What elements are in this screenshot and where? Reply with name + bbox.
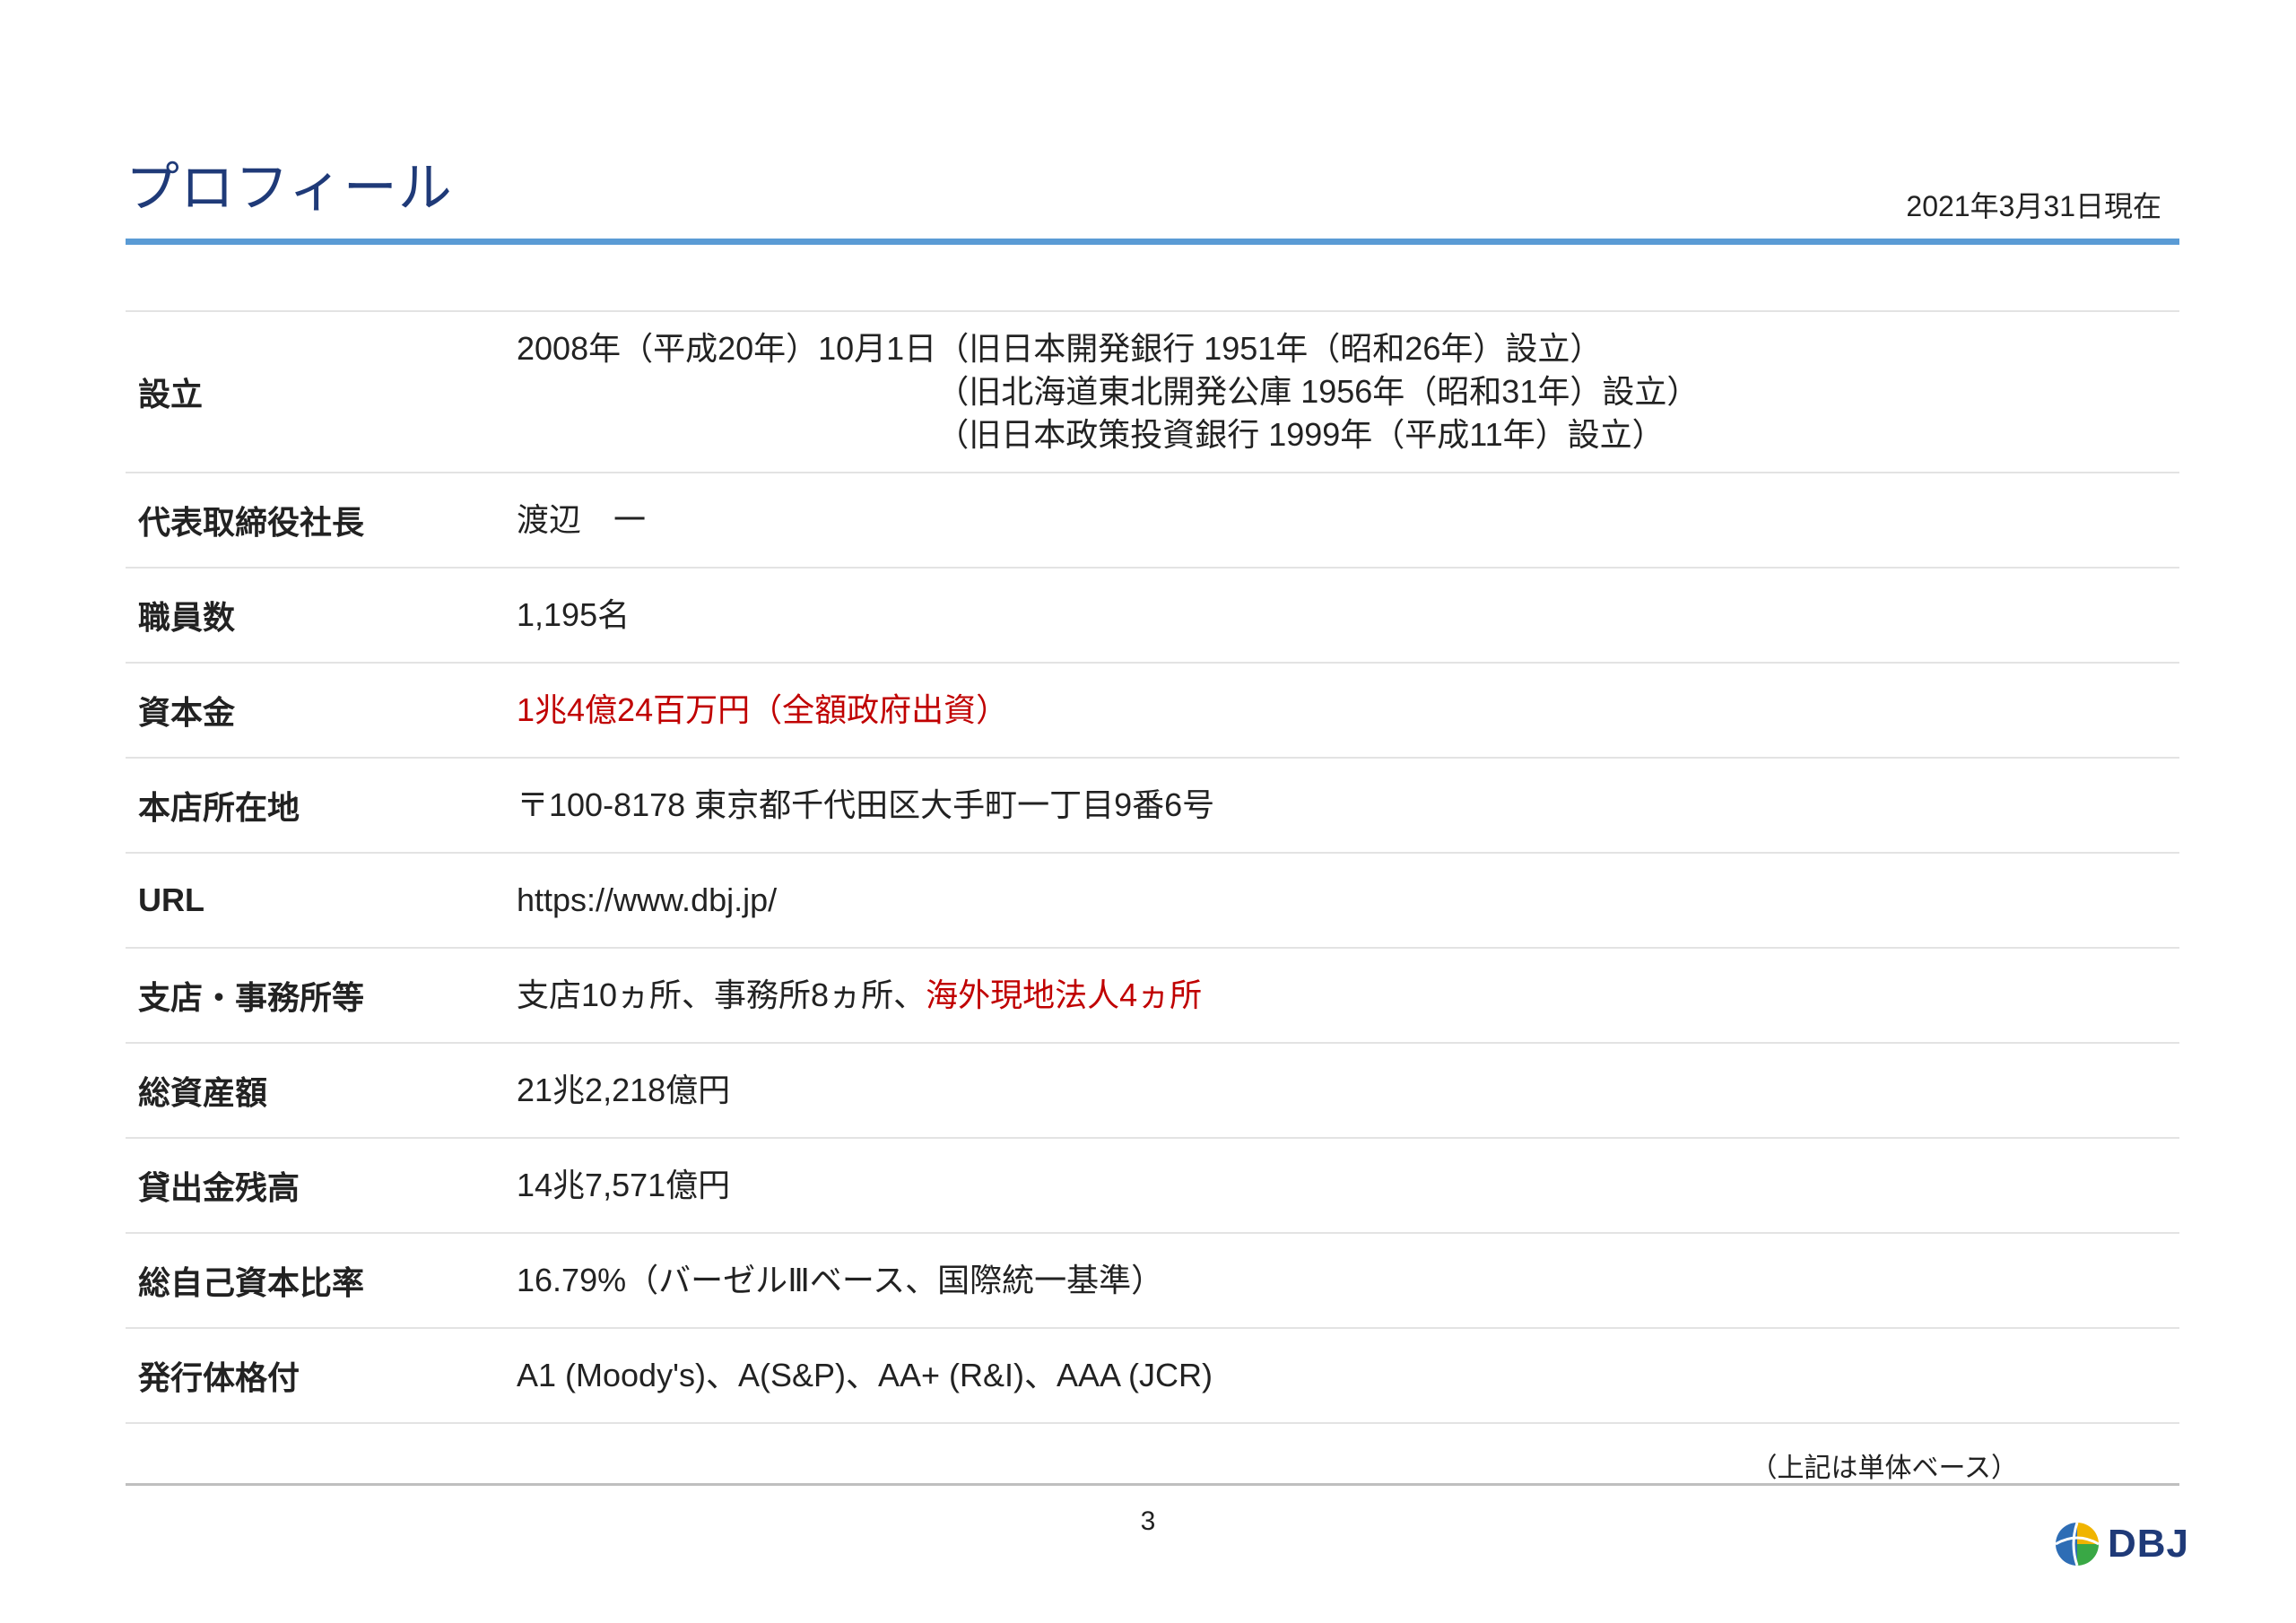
table-row-head-office: 本店所在地 〒100-8178 東京都千代田区大手町一丁目9番6号 [126,759,2179,854]
table-row-ratings: 発行体格付 A1 (Moody's)、A(S&P)、AA+ (R&I)、AAA … [126,1329,2179,1424]
history-line: （旧日本政策投資銀行 1999年（平成11年）設立） [936,416,1665,453]
footnote: （上記は単体ベース） [1750,1454,2019,1483]
page-title: プロフィール [126,158,453,218]
dbj-logo: DBJ [2054,1521,2189,1567]
footer-divider [126,1483,2179,1486]
branches-plain: 支店10ヵ所、事務所8ヵ所、 [517,976,926,1013]
title-divider [126,239,2179,245]
table-row-total-assets: 総資産額 21兆2,218億円 [126,1044,2179,1139]
establishment-date: 2008年（平成20年）10月1日 [517,330,937,367]
row-value: 渡辺 一 [517,501,647,538]
profile-table: 設立 2008年（平成20年）10月1日 （旧日本開発銀行 1951年（昭和26… [126,310,2179,1424]
row-label: 総資産額 [138,1074,268,1111]
row-label: URL [138,881,204,918]
row-label: 資本金 [138,694,236,731]
page-number: 3 [1140,1506,1156,1536]
row-value: A1 (Moody's)、A(S&P)、AA+ (R&I)、AAA (JCR) [517,1357,1213,1393]
row-value: 21兆2,218億円 [517,1072,731,1108]
table-row-establishment: 設立 2008年（平成20年）10月1日 （旧日本開発銀行 1951年（昭和26… [126,312,2179,473]
row-value: 支店10ヵ所、事務所8ヵ所、海外現地法人4ヵ所 [517,974,1202,1017]
table-row-branches: 支店・事務所等 支店10ヵ所、事務所8ヵ所、海外現地法人4ヵ所 [126,949,2179,1044]
row-label: 総自己資本比率 [138,1264,365,1301]
row-value: 2008年（平成20年）10月1日 （旧日本開発銀行 1951年（昭和26年）設… [517,327,1699,456]
table-row-loans: 貸出金残高 14兆7,571億円 [126,1139,2179,1234]
row-value: 1兆4億24百万円（全額政府出資） [517,691,1009,728]
table-row-employees: 職員数 1,195名 [126,568,2179,664]
row-label: 支店・事務所等 [138,979,365,1016]
row-value: 〒100-8178 東京都千代田区大手町一丁目9番6号 [517,786,1215,823]
table-row-capital: 資本金 1兆4億24百万円（全額政府出資） [126,664,2179,759]
row-label: 貸出金残高 [138,1169,300,1206]
row-label: 職員数 [138,599,236,636]
history-line: （旧日本開発銀行 1951年（昭和26年）設立） [936,330,1603,367]
table-row-capital-ratio: 総自己資本比率 16.79%（バーゼルⅢベース、国際統一基準） [126,1234,2179,1329]
logo-text: DBJ [2108,1522,2190,1566]
branches-highlight: 海外現地法人4ヵ所 [926,976,1203,1013]
table-row-url: URL https://www.dbj.jp/ [126,854,2179,949]
as-of-date: 2021年3月31日現在 [1906,190,2161,222]
row-label: 発行体格付 [138,1359,300,1396]
history-line: （旧北海道東北開発公庫 1956年（昭和31年）設立） [936,373,1700,410]
row-label: 本店所在地 [138,789,300,826]
row-value: 1,195名 [517,596,631,633]
row-value: 14兆7,571億円 [517,1167,731,1203]
row-label: 設立 [138,376,204,412]
table-row-ceo: 代表取締役社長 渡辺 一 [126,473,2179,568]
row-label: 代表取締役社長 [138,504,365,541]
row-value: 16.79%（バーゼルⅢベース、国際統一基準） [517,1262,1164,1298]
website-link[interactable]: https://www.dbj.jp/ [517,879,777,922]
globe-icon [2056,1523,2099,1566]
